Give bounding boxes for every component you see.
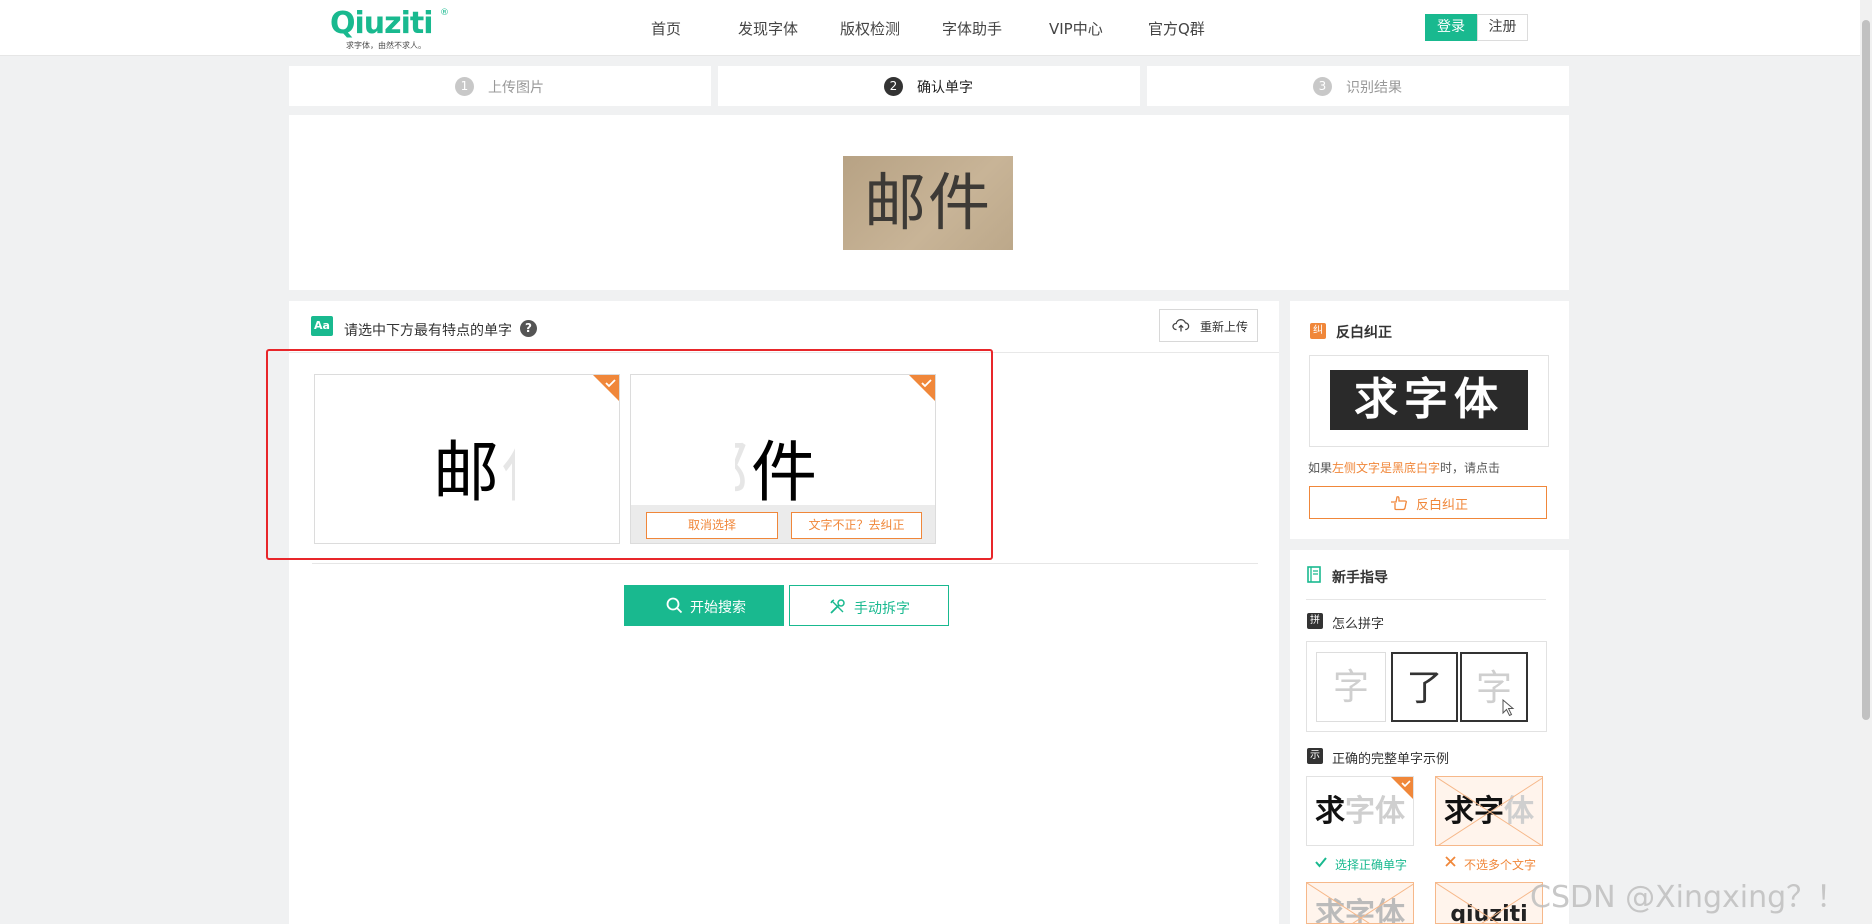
guide-divider	[1306, 599, 1546, 600]
nav-discover-fonts[interactable]: 发现字体	[738, 18, 798, 39]
manual-split-label: 手动拆字	[854, 601, 910, 617]
example-correct: 求字体	[1306, 776, 1414, 846]
tools-icon	[830, 599, 845, 614]
step-recognition-result: 3 识别结果	[1147, 66, 1569, 106]
cross-out-lines	[1307, 883, 1413, 923]
font-aa-icon: Aa	[311, 316, 333, 336]
char-glyph: 邮	[433, 434, 499, 511]
nav-home[interactable]: 首页	[651, 18, 681, 39]
step-number: 3	[1313, 77, 1332, 96]
checkmark-icon	[1315, 857, 1327, 868]
nav-official-qq-group[interactable]: 官方Q群	[1148, 18, 1205, 39]
correction-note: 如果左侧文字是黑底白字时，请点击	[1308, 459, 1500, 476]
example-wrong-multiple: 求字体	[1435, 776, 1543, 846]
correction-icon: 纠	[1310, 323, 1326, 339]
char-card-you[interactable]: 邮 件	[314, 374, 620, 544]
cross-out-lines	[1436, 883, 1542, 923]
book-icon	[1307, 566, 1321, 583]
example-wrong-whole: 求字体	[1306, 882, 1414, 924]
csdn-watermark: CSDN @Xingxing？！	[1530, 880, 1847, 915]
pointing-hand-icon	[1391, 496, 1407, 511]
guide-title: 新手指导	[1332, 570, 1388, 586]
card-action-bar: 取消选择 文字不正？去纠正	[631, 505, 935, 543]
top-header: Qiuziti ® 求字体，由然不求人。 首页 发现字体 版权检测 字体助手 V…	[0, 0, 1860, 56]
step-label: 上传图片	[488, 80, 544, 96]
selected-check-icon	[593, 375, 619, 401]
mouse-cursor-icon	[1502, 699, 1515, 717]
char-card-jian[interactable]: 邮 件 取消选择 文字不正？去纠正	[630, 374, 936, 544]
step-number: 1	[455, 77, 474, 96]
cross-out-lines	[1436, 777, 1542, 845]
howto-char-piece: 了	[1391, 652, 1458, 722]
cross-icon	[1445, 856, 1456, 867]
correction-title: 反白纠正	[1336, 325, 1392, 341]
start-search-label: 开始搜索	[690, 600, 746, 616]
char-fragment: 邮	[735, 419, 749, 515]
logo-wordmark: Qiuziti	[330, 6, 434, 41]
nav-vip-center[interactable]: VIP中心	[1049, 18, 1103, 39]
note-highlight: 左侧文字是黑底白字	[1332, 461, 1441, 475]
note-suffix: 时，请点击	[1440, 461, 1501, 475]
register-button[interactable]: 注册	[1477, 14, 1528, 41]
spell-icon: 拼	[1307, 613, 1323, 629]
example-icon: 示	[1307, 748, 1323, 764]
selected-check-icon	[909, 375, 935, 401]
howto-illustration: 字 了 字	[1306, 641, 1547, 732]
login-button[interactable]: 登录	[1425, 14, 1477, 41]
select-instruction: 请选中下方最有特点的单字	[344, 323, 512, 339]
step-label: 识别结果	[1346, 80, 1402, 96]
step-confirm-chars: 2 确认单字	[718, 66, 1140, 106]
help-icon[interactable]: ?	[520, 320, 537, 337]
logo-registered-mark: ®	[440, 8, 449, 18]
note-prefix: 如果	[1308, 461, 1333, 475]
step-number: 2	[884, 77, 903, 96]
logo-slogan: 求字体，由然不求人。	[346, 41, 426, 50]
reverse-sample-box: 求字体	[1309, 355, 1549, 447]
uploaded-image-text: 邮件	[863, 166, 992, 239]
example-dark-text: 求	[1315, 794, 1345, 829]
char-fragment: 件	[501, 419, 515, 515]
reverse-sample-text: 求字体	[1330, 370, 1528, 430]
reupload-button[interactable]: 重新上传	[1159, 309, 1258, 342]
reupload-label: 重新上传	[1200, 320, 1249, 334]
char-glyph: 件	[751, 434, 817, 511]
section-divider	[312, 563, 1258, 564]
howto-char-faded: 字	[1316, 652, 1386, 722]
reverse-correction-label: 反白纠正	[1416, 498, 1469, 513]
uploaded-image: 邮件	[843, 156, 1013, 250]
check-corner-icon	[1391, 777, 1413, 799]
howto-title: 怎么拼字	[1332, 617, 1385, 632]
start-search-button[interactable]: 开始搜索	[624, 585, 784, 626]
reverse-correction-button[interactable]: 反白纠正	[1309, 486, 1547, 519]
nav-font-assistant[interactable]: 字体助手	[942, 18, 1002, 39]
nav-copyright-check[interactable]: 版权检测	[840, 18, 900, 39]
cloud-upload-icon	[1172, 319, 1190, 332]
example-wrong-logo: qiuziti	[1435, 882, 1543, 924]
howto-char-faded: 字	[1460, 652, 1528, 722]
cancel-selection-button[interactable]: 取消选择	[646, 512, 778, 539]
example-wrong-caption: 不选多个文字	[1464, 858, 1537, 872]
examples-title: 正确的完整单字示例	[1332, 752, 1450, 767]
step-label: 确认单字	[917, 80, 973, 96]
manual-split-button[interactable]: 手动拆字	[789, 585, 949, 626]
step-upload-image: 1 上传图片	[289, 66, 711, 106]
site-logo[interactable]: Qiuziti ® 求字体，由然不求人。	[330, 6, 452, 50]
example-light-text: 字体	[1345, 794, 1405, 829]
search-icon	[666, 597, 683, 614]
correct-text-button[interactable]: 文字不正？去纠正	[791, 512, 922, 539]
example-correct-caption: 选择正确单字	[1335, 858, 1408, 872]
scrollbar-thumb[interactable]	[1862, 20, 1870, 720]
